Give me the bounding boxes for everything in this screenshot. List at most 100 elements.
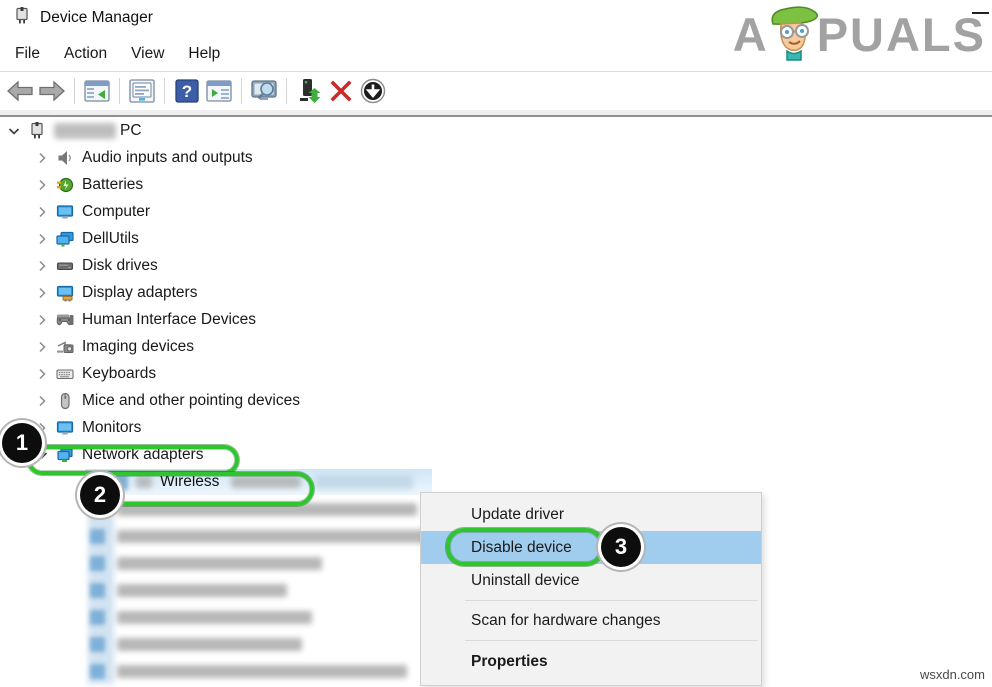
wireless-label: Wireless <box>160 473 219 491</box>
dual-monitor-icon <box>56 230 74 248</box>
disk-drive-icon <box>56 257 74 275</box>
tree-item-computer[interactable]: Computer <box>0 198 992 225</box>
mouse-icon <box>56 392 74 410</box>
chevron-right-icon[interactable] <box>34 150 50 166</box>
device-manager-window: Device Manager A PUALS File Action View … <box>0 0 992 687</box>
scan-hardware-button[interactable] <box>248 76 280 106</box>
tree-item-label: Display adapters <box>82 284 197 302</box>
speaker-icon <box>56 149 74 167</box>
help-icon: ? <box>175 79 199 103</box>
camera-icon <box>56 338 74 356</box>
menu-help[interactable]: Help <box>176 36 232 71</box>
tree-item-label: Human Interface Devices <box>82 311 256 329</box>
uninstall-button[interactable] <box>325 76 357 106</box>
console-tree-button[interactable] <box>81 76 113 106</box>
chevron-right-icon[interactable] <box>34 366 50 382</box>
monitor-icon <box>56 419 74 437</box>
tree-item-label: Audio inputs and outputs <box>82 149 253 167</box>
menu-bar: File Action View Help <box>0 36 992 72</box>
redacted-text <box>315 475 413 489</box>
menu-view[interactable]: View <box>119 36 176 71</box>
update-driver-button[interactable] <box>293 76 325 106</box>
toolbar-separator <box>119 78 120 104</box>
context-menu-item-uninstall-device[interactable]: Uninstall device <box>421 564 761 597</box>
context-menu-item-update-driver[interactable]: Update driver <box>421 498 761 531</box>
tree-item-hid[interactable]: Human Interface Devices <box>0 306 992 333</box>
properties-button[interactable] <box>126 76 158 106</box>
tree-item-mice[interactable]: Mice and other pointing devices <box>0 387 992 414</box>
chevron-right-icon[interactable] <box>34 231 50 247</box>
svg-text:?: ? <box>182 82 192 101</box>
chevron-right-icon[interactable] <box>34 420 50 436</box>
tree-item-network-adapters[interactable]: Network adapters <box>0 441 992 468</box>
tree-item-monitors[interactable]: Monitors <box>0 414 992 441</box>
selected-row-highlight[interactable]: Wireless <box>85 469 432 495</box>
tree-item-batteries[interactable]: Batteries <box>0 171 992 198</box>
title-bar: Device Manager <box>0 0 992 36</box>
action-pane-icon <box>206 79 232 103</box>
toolbar: ? <box>0 72 992 110</box>
chevron-right-icon[interactable] <box>34 393 50 409</box>
toolbar-divider <box>0 110 992 117</box>
computer-tower-icon <box>28 122 46 140</box>
tree-root-label: PC <box>120 122 142 140</box>
tree-item-label: Imaging devices <box>82 338 194 356</box>
context-menu: Update driver Disable device Uninstall d… <box>420 492 762 686</box>
tree-item-display-adapters[interactable]: Display adapters <box>0 279 992 306</box>
network-adapter-icon <box>56 446 74 464</box>
help-button[interactable]: ? <box>171 76 203 106</box>
tree-item-label: Network adapters <box>82 446 203 464</box>
toolbar-separator <box>241 78 242 104</box>
gamepad-icon <box>56 311 74 329</box>
tree-item-label: Keyboards <box>82 365 156 383</box>
chevron-right-icon[interactable] <box>34 285 50 301</box>
action-pane-button[interactable] <box>203 76 235 106</box>
back-button[interactable] <box>4 76 36 106</box>
menu-action[interactable]: Action <box>52 36 119 71</box>
monitor-icon <box>56 203 74 221</box>
context-menu-separator <box>465 600 758 601</box>
context-menu-item-properties[interactable]: Properties <box>421 645 761 678</box>
back-icon <box>7 80 33 102</box>
forward-icon <box>39 80 65 102</box>
tree-item-label: Mice and other pointing devices <box>82 392 300 410</box>
redacted-text <box>136 476 152 488</box>
context-menu-item-disable-device[interactable]: Disable device <box>421 531 761 564</box>
chevron-right-icon[interactable] <box>34 312 50 328</box>
toolbar-separator <box>74 78 75 104</box>
menu-file[interactable]: File <box>3 36 52 71</box>
tree-item-label: Disk drives <box>82 257 158 275</box>
tree-item-label: Computer <box>82 203 150 221</box>
scan-hardware-icon <box>250 79 278 103</box>
chevron-right-icon[interactable] <box>34 339 50 355</box>
disable-icon <box>360 78 386 104</box>
keyboard-icon <box>56 365 74 383</box>
chevron-down-icon[interactable] <box>6 123 22 139</box>
chevron-right-icon[interactable] <box>34 258 50 274</box>
uninstall-icon <box>329 79 353 103</box>
tree-item-label: Monitors <box>82 419 141 437</box>
update-driver-icon <box>296 78 322 104</box>
chevron-right-icon[interactable] <box>34 177 50 193</box>
tree-root-pc[interactable]: PC <box>0 117 992 144</box>
forward-button[interactable] <box>36 76 68 106</box>
tree-item-keyboards[interactable]: Keyboards <box>0 360 992 387</box>
disable-device-button[interactable] <box>357 76 389 106</box>
context-menu-separator <box>465 640 758 641</box>
minimize-button[interactable] <box>972 12 989 14</box>
chevron-down-icon[interactable] <box>34 447 50 463</box>
tree-item-imaging[interactable]: Imaging devices <box>0 333 992 360</box>
device-manager-icon <box>13 7 31 30</box>
battery-icon <box>56 176 74 194</box>
toolbar-separator <box>164 78 165 104</box>
redacted-text <box>231 476 301 488</box>
tree-item-audio[interactable]: Audio inputs and outputs <box>0 144 992 171</box>
redacted-adapter-icon <box>112 474 128 490</box>
toolbar-separator <box>286 78 287 104</box>
chevron-right-icon[interactable] <box>34 204 50 220</box>
tree-item-dellutils[interactable]: DellUtils <box>0 225 992 252</box>
tree-item-label: Batteries <box>82 176 143 194</box>
context-menu-item-scan-hardware[interactable]: Scan for hardware changes <box>421 604 761 637</box>
tree-item-label: DellUtils <box>82 230 139 248</box>
tree-item-disk-drives[interactable]: Disk drives <box>0 252 992 279</box>
